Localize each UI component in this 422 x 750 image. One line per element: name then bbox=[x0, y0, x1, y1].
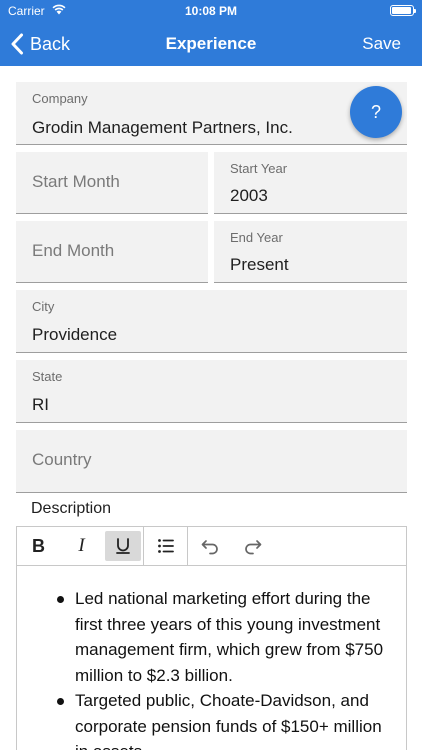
bold-button[interactable]: B bbox=[17, 527, 60, 565]
clock: 10:08 PM bbox=[184, 4, 238, 18]
status-bar: Carrier 10:08 PM bbox=[0, 0, 422, 22]
end-year-value: Present bbox=[230, 255, 289, 274]
company-field[interactable]: Company Grodin Management Partners, Inc. bbox=[16, 82, 407, 145]
page-title: Experience bbox=[165, 34, 257, 53]
app-header: Carrier 10:08 PM Back Experience Save bbox=[0, 0, 422, 66]
start-year-field[interactable]: Start Year 2003 bbox=[214, 152, 407, 214]
start-year-value: 2003 bbox=[230, 186, 268, 205]
end-year-label: End Year bbox=[230, 230, 283, 245]
description-editor[interactable]: Led national marketing effort during the… bbox=[16, 566, 407, 750]
save-button[interactable]: Save bbox=[362, 34, 401, 54]
nav-bar: Back Experience Save bbox=[0, 22, 422, 66]
city-label: City bbox=[32, 299, 55, 314]
start-month-placeholder: Start Month bbox=[32, 172, 120, 191]
city-value: Providence bbox=[32, 325, 118, 344]
undo-button[interactable] bbox=[188, 527, 231, 565]
undo-icon bbox=[201, 540, 218, 555]
end-month-placeholder: End Month bbox=[32, 241, 115, 260]
start-year-label: Start Year bbox=[230, 161, 288, 176]
history-button-group bbox=[188, 527, 274, 565]
list-button-group bbox=[144, 527, 188, 565]
bullet-list-button[interactable] bbox=[144, 527, 187, 565]
company-value: Grodin Management Partners, Inc. bbox=[32, 118, 293, 137]
description-bullet: Targeted public, Choate-Davidson, and co… bbox=[57, 688, 397, 750]
end-month-field[interactable]: End Month bbox=[16, 221, 208, 283]
format-button-group: B I bbox=[17, 527, 144, 565]
city-field[interactable]: City Providence bbox=[16, 290, 407, 353]
country-field[interactable]: Country bbox=[16, 430, 407, 493]
editor-toolbar: B I bbox=[16, 526, 407, 566]
underline-button[interactable] bbox=[105, 531, 141, 561]
bullet-list-icon bbox=[157, 539, 174, 553]
start-month-field[interactable]: Start Month bbox=[16, 152, 208, 214]
company-label: Company bbox=[32, 91, 88, 106]
description-label: Description bbox=[31, 500, 112, 517]
underline-icon bbox=[116, 538, 130, 554]
description-bullet: Led national marketing effort during the… bbox=[57, 586, 397, 688]
redo-icon bbox=[244, 540, 261, 555]
italic-button[interactable]: I bbox=[60, 527, 103, 565]
state-value: RI bbox=[32, 395, 49, 414]
battery-icon bbox=[390, 5, 416, 16]
state-field[interactable]: State RI bbox=[16, 360, 407, 423]
state-label: State bbox=[32, 369, 63, 384]
redo-button[interactable] bbox=[231, 527, 274, 565]
help-button[interactable]: ? bbox=[350, 86, 402, 138]
description-bullet-list: Led national marketing effort during the… bbox=[57, 586, 397, 750]
end-year-field[interactable]: End Year Present bbox=[214, 221, 407, 283]
country-placeholder: Country bbox=[32, 450, 92, 469]
